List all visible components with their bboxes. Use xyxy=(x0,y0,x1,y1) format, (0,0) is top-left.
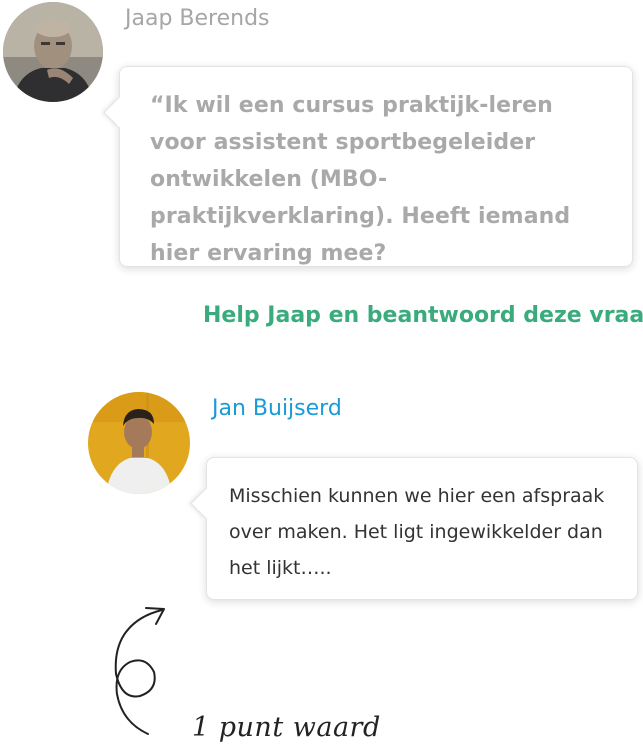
answer-question-link[interactable]: Help Jaap en beantwoord deze vraag xyxy=(203,303,643,328)
question-bubble: “Ik wil een cursus praktijk-leren voor a… xyxy=(119,66,633,267)
answer-bubble: Misschien kunnen we hier een afspraak ov… xyxy=(206,457,638,600)
question-text: “Ik wil een cursus praktijk-leren voor a… xyxy=(150,93,571,266)
question-author-name[interactable]: Jaap Berends xyxy=(125,6,270,31)
answer-text: Misschien kunnen we hier een afspraak ov… xyxy=(229,485,605,579)
avatar-jaap-berends[interactable] xyxy=(3,2,103,102)
points-worth-label: 1 punt waard xyxy=(192,712,381,743)
curly-arrow-icon xyxy=(114,607,165,735)
avatar-jan-buijserd[interactable] xyxy=(88,392,190,494)
answer-author-name[interactable]: Jan Buijserd xyxy=(212,396,342,421)
